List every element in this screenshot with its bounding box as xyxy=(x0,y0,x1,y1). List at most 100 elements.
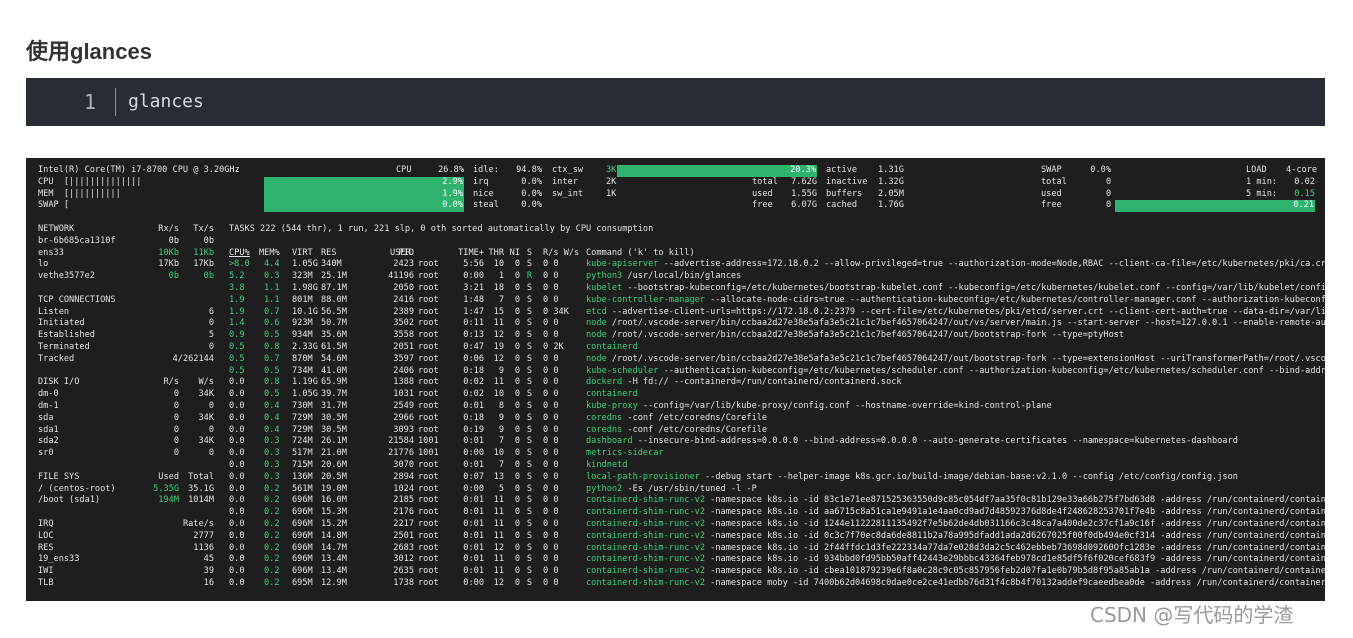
process-command: containerd-shim-runc-v2 -namespace k8s.i… xyxy=(586,530,1325,541)
irq-rate: 2777 xyxy=(193,530,214,541)
process-command: kube-proxy --config=/var/lib/kube-proxy/… xyxy=(586,401,1052,411)
irq-rate: 16 xyxy=(203,578,214,588)
process-rw: 0 34K xyxy=(543,306,569,317)
cpu-bar: CPU [|||||||||||||| xyxy=(38,176,142,187)
process-header-state: S xyxy=(526,247,532,258)
tasks-summary: TASKS 222 (544 thr), 1 run, 221 slp, 0 o… xyxy=(229,224,654,234)
process-rw: 0 0 xyxy=(543,424,559,435)
mem-stat-label: buffers xyxy=(826,188,863,199)
disk-write: 34K xyxy=(198,412,214,423)
tcp-value: 6 xyxy=(208,306,214,317)
process-header-rw: R/s W/s xyxy=(543,247,580,258)
process-rw: 0 0 xyxy=(543,283,559,293)
process-state: S xyxy=(526,318,532,329)
disk-write: 34K xyxy=(198,389,214,400)
process-state: R xyxy=(526,271,532,282)
process-command: local-path-provisioner --debug start --h… xyxy=(586,471,1238,482)
cpu-model: Intel(R) Core(TM) i7-8700 CPU @ 3.20GHz xyxy=(38,165,240,175)
process-state: S xyxy=(526,566,532,577)
fs-total: 35.1G xyxy=(188,483,214,494)
process-rw: 0 0 xyxy=(543,530,559,541)
irq-header: Rate/s xyxy=(182,519,214,529)
fs-header: Total xyxy=(188,471,214,482)
code-line-number: 1 xyxy=(83,90,96,114)
tcp-value: 0 xyxy=(208,318,214,329)
cpu-stat-value: 2K xyxy=(606,176,617,187)
process-command: containerd-shim-runc-v2 -namespace k8s.i… xyxy=(586,519,1325,529)
process-command: containerd xyxy=(586,342,638,352)
process-command: dashboard --insecure-bind-address=0.0.0.… xyxy=(586,436,1238,447)
swap-stat-value: 0 xyxy=(1106,176,1112,187)
page-heading: 使用glances xyxy=(26,39,152,64)
cpu-ctx-value: 3K xyxy=(606,165,617,175)
process-rw: 0 2K xyxy=(543,342,564,352)
mem-stat-value: 6.07G xyxy=(791,200,817,211)
process-state: S xyxy=(526,483,532,494)
process-rw: 0 0 xyxy=(543,554,559,565)
process-rw: 0 0 xyxy=(543,365,559,376)
load-stat-value: 0.21 xyxy=(1115,200,1315,213)
tcp-value: 5 xyxy=(208,330,214,341)
network-tx: 0b xyxy=(203,235,214,246)
process-rw: 0 0 xyxy=(543,507,559,518)
process-command: etcd --advertise-client-urls=https://172… xyxy=(586,306,1325,317)
process-command: coredns -conf /etc/coredns/Corefile xyxy=(586,424,768,435)
process-state: S xyxy=(526,542,532,553)
process-command: kube-controller-manager --allocate-node-… xyxy=(586,294,1325,305)
process-command: dockerd -H fd:// --containerd=/run/conta… xyxy=(586,377,902,388)
process-state: S xyxy=(526,471,532,482)
process-rw: 0 0 xyxy=(543,377,559,388)
cpu-stat-value: 0.0% xyxy=(521,176,542,187)
process-command: kube-scheduler --authentication-kubeconf… xyxy=(586,365,1325,376)
process-rw: 0 0 xyxy=(543,294,559,305)
swap-total: 0.0% xyxy=(1090,165,1111,175)
process-command: containerd-shim-runc-v2 -namespace moby … xyxy=(586,578,1325,588)
process-rw: 0 0 xyxy=(543,483,559,494)
mem-active-label: active xyxy=(826,165,858,175)
process-state: S xyxy=(526,530,532,541)
process-rw: 0 0 xyxy=(543,460,559,470)
glances-terminal-screenshot: Intel(R) Core(TM) i7-8700 CPU @ 3.20GHz C… xyxy=(26,158,1325,601)
process-state: S xyxy=(526,578,532,588)
mem-stat-value: 1.55G xyxy=(791,188,817,199)
cpu-stat-value: 0.0% xyxy=(521,200,542,211)
process-rw: 0 0 xyxy=(543,578,559,588)
load-stat-value: 0.02 xyxy=(1294,176,1315,187)
swap-stat-value: 0 xyxy=(1106,200,1112,211)
process-state: S xyxy=(526,283,532,293)
disk-write: 0 xyxy=(208,424,214,435)
process-state: S xyxy=(526,389,532,400)
process-rw: 0 0 xyxy=(543,318,559,329)
process-state: S xyxy=(526,306,532,317)
process-rw: 0 0 xyxy=(543,259,559,270)
process-command: containerd-shim-runc-v2 -namespace k8s.i… xyxy=(586,507,1325,518)
process-state: S xyxy=(526,436,532,447)
process-command: node /root/.vscode-server/bin/ccbaa2d27e… xyxy=(586,318,1325,329)
load-title: LOAD xyxy=(1246,165,1267,175)
mem-stat-label: cached xyxy=(826,200,858,211)
disk-write: 34K xyxy=(198,436,214,447)
process-rw: 0 0 xyxy=(543,542,559,553)
swap-stat-label: used xyxy=(1041,188,1062,199)
process-rw: 0 0 xyxy=(543,353,559,364)
swap-stat-label: total xyxy=(1041,176,1067,187)
process-state: S xyxy=(526,424,532,435)
irq-rate: 1136 xyxy=(193,542,214,553)
mem-active-value: 1.31G xyxy=(878,165,904,175)
process-state: S xyxy=(526,519,532,529)
process-rw: 0 0 xyxy=(543,471,559,482)
cpu-stat-value: 1K xyxy=(606,188,617,199)
process-rw: 0 0 xyxy=(543,566,559,577)
disk-write: 0 xyxy=(208,401,214,411)
process-state: S xyxy=(526,554,532,565)
swap-stat-value: 0 xyxy=(1106,188,1112,199)
process-command: node /root/.vscode-server/bin/ccbaa2d27e… xyxy=(586,330,1125,341)
fs-total: 1014M xyxy=(188,495,214,506)
network-header: Tx/s xyxy=(193,224,214,234)
process-state: S xyxy=(526,353,532,364)
mem-total: 20.3% xyxy=(617,165,817,177)
irq-rate: 45 xyxy=(203,554,214,565)
process-command: coredns -conf /etc/coredns/Corefile xyxy=(586,412,768,423)
load-cores: 4-core xyxy=(1286,165,1318,175)
disk-write: 0 xyxy=(208,448,214,459)
